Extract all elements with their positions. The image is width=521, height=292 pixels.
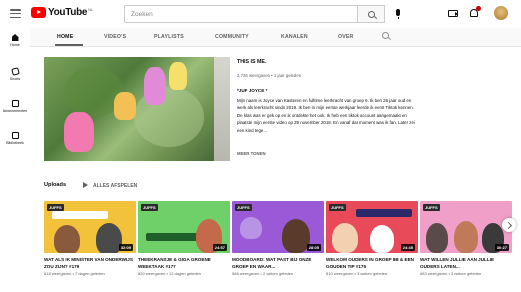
video-title[interactable]: WAT ALS IK MINISTER VAN ONDERWIJS ZOU ZI…: [44, 257, 136, 270]
library-icon: [11, 132, 19, 139]
tab-home[interactable]: HOME: [57, 34, 73, 40]
featured-video-description: Mijn naam is Joyce van Kasteren en fullt…: [237, 98, 415, 133]
channel-logo-badge: JUFFS: [235, 204, 252, 211]
sidebar-item-label: Bibliotheek: [6, 141, 24, 145]
sidebar-item-shorts[interactable]: Shorts: [0, 67, 30, 81]
hamburger-menu-icon[interactable]: [10, 9, 21, 18]
sidebar-item-label: Home: [10, 43, 20, 47]
video-card[interactable]: JUFFS 28:05 MOODBOARD: WAT PAST BIJ ONZE…: [232, 201, 324, 277]
video-title[interactable]: WELKOM OUDERS IN GROEP 8B & EEN GOUDEN T…: [326, 257, 418, 270]
video-duration: 30:27: [494, 244, 509, 251]
sidebar-item-home[interactable]: Home: [0, 34, 30, 47]
microphone-icon[interactable]: [396, 9, 400, 19]
featured-video-meta: 2.726 weergaven • 1 jaar geleden: [237, 73, 302, 78]
avatar[interactable]: [494, 6, 508, 20]
logo-country-code: NL: [88, 7, 94, 12]
sidebar-item-label: Shorts: [9, 77, 21, 81]
channel-logo-badge: JUFFS: [329, 204, 346, 211]
youtube-play-icon: [31, 7, 46, 18]
featured-video-title[interactable]: THIS IS ME.: [237, 59, 266, 65]
channel-search-icon[interactable]: [382, 32, 389, 39]
show-more-button[interactable]: MEER TONEN: [237, 151, 266, 156]
sidebar-item-label: Abonnementen: [2, 109, 28, 113]
video-card[interactable]: JUFFS 24:57 THEEKRANSJE & GIGA GROENE WE…: [138, 201, 230, 277]
channel-logo-badge: JUFFS: [141, 204, 158, 211]
home-icon: [11, 34, 19, 41]
shelf-next-arrow-icon[interactable]: [502, 218, 516, 232]
tab-videos[interactable]: VIDEO'S: [104, 34, 126, 40]
notification-badge: [476, 6, 481, 11]
video-thumbnail[interactable]: JUFFS 30:27: [420, 201, 512, 253]
tab-playlists[interactable]: PLAYLISTS: [154, 34, 184, 40]
video-thumbnail[interactable]: JUFFS 28:05: [232, 201, 324, 253]
featured-video-subtitle: *JUF JOYCE *: [237, 88, 268, 93]
sidebar-item-library[interactable]: Bibliotheek: [0, 132, 30, 145]
video-meta: 588 weergaven • 2 weken geleden: [232, 271, 294, 277]
tab-channels[interactable]: KANALEN: [281, 34, 308, 40]
youtube-logo[interactable]: YouTube NL: [31, 7, 93, 18]
sidebar-item-subscriptions[interactable]: Abonnementen: [0, 100, 30, 113]
featured-video-thumbnail[interactable]: [44, 57, 230, 161]
tab-community[interactable]: COMMUNITY: [215, 34, 249, 40]
video-thumbnail[interactable]: JUFFS 32:09: [44, 201, 136, 253]
video-meta: 810 weergaven • 3 weken geleden: [326, 271, 388, 277]
channel-logo-badge: JUFFS: [47, 204, 64, 211]
logo-text: YouTube: [48, 7, 88, 18]
uploads-title[interactable]: Uploads: [44, 182, 66, 188]
search-icon: [367, 10, 375, 18]
play-all-icon[interactable]: [83, 182, 88, 188]
video-card[interactable]: JUFFS 32:09 WAT ALS IK MINISTER VAN ONDE…: [44, 201, 136, 277]
video-duration: 24:57: [212, 244, 227, 251]
subscriptions-icon: [11, 100, 19, 107]
video-title[interactable]: MOODBOARD: WAT PAST BIJ ONZE GROEP EN WA…: [232, 257, 324, 270]
video-title[interactable]: WAT WILLEN JULLIE AAN JULLIE OUDERS LATE…: [420, 257, 512, 270]
video-duration: 32:09: [118, 244, 133, 251]
video-card[interactable]: JUFFS 30:27 WAT WILLEN JULLIE AAN JULLIE…: [420, 201, 512, 277]
video-meta: 618 weergaven • 7 dagen geleden: [44, 271, 105, 277]
video-thumbnail[interactable]: JUFFS 24:45: [326, 201, 418, 253]
top-bar: YouTube NL Zoeken: [0, 0, 521, 28]
tab-about[interactable]: OVER: [338, 34, 354, 40]
video-card[interactable]: JUFFS 24:45 WELKOM OUDERS IN GROEP 8B & …: [326, 201, 418, 277]
channel-logo-badge: JUFFS: [423, 204, 440, 211]
video-title[interactable]: THEEKRANSJE & GIGA GROENE WEEKTAAK #177: [138, 257, 230, 270]
search-input[interactable]: Zoeken: [124, 5, 358, 23]
video-thumbnail[interactable]: JUFFS 24:57: [138, 201, 230, 253]
active-tab-indicator: [55, 44, 83, 46]
search-button[interactable]: [358, 5, 385, 23]
create-video-icon[interactable]: [448, 10, 458, 17]
video-meta: 683 weergaven • 3 weken geleden: [420, 271, 482, 277]
video-meta: 820 weergaven • 12 dagen geleden: [138, 271, 202, 277]
play-all-button[interactable]: ALLES AFSPELEN: [93, 183, 137, 189]
video-duration: 24:45: [400, 244, 415, 251]
channel-tabs: HOME VIDEO'S PLAYLISTS COMMUNITY KANALEN…: [30, 28, 521, 47]
shorts-icon: [10, 67, 20, 76]
video-duration: 28:05: [306, 244, 321, 251]
